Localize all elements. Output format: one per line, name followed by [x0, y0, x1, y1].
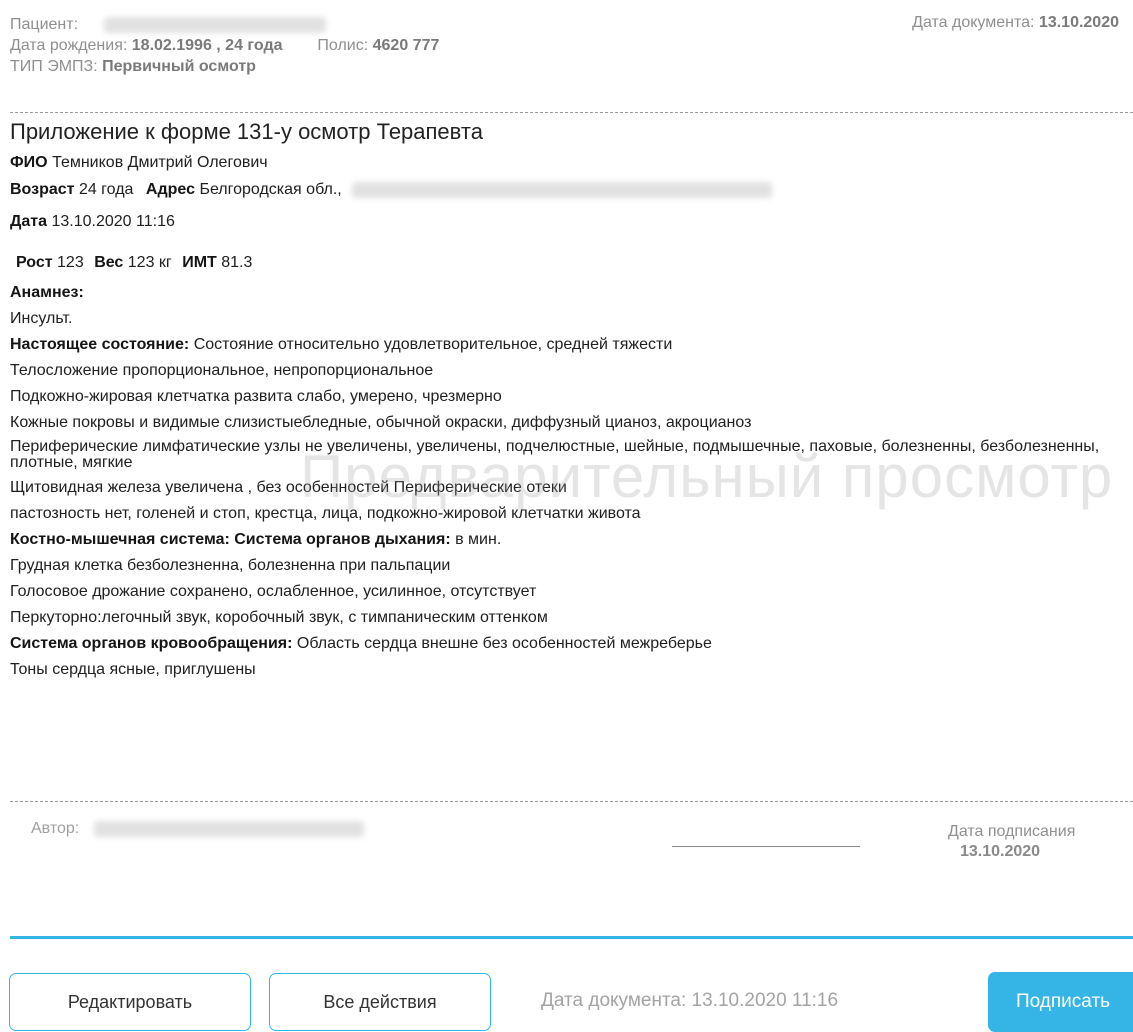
birth-label: Дата рождения:: [10, 37, 128, 54]
exam-date-label: Дата: [10, 213, 48, 230]
sign-button[interactable]: Подписать: [988, 972, 1133, 1032]
patient-label: Пациент:: [10, 16, 79, 33]
bmi-value: 81.3: [221, 254, 253, 271]
fio-value: Темников Дмитрий Олегович: [52, 154, 268, 171]
body-type-line: Телосложение пропорциональное, непропорц…: [10, 362, 434, 379]
chest-line: Грудная клетка безболезненна, болезненна…: [10, 557, 451, 574]
birth-policy-row: Дата рождения: 18.02.1996 , 24 года Поли…: [10, 35, 1133, 56]
content-divider: [10, 801, 1133, 802]
anamnesis-label: Анамнез:: [10, 284, 84, 301]
heart-tones-line: Тоны сердца ясные, приглушены: [10, 661, 256, 678]
musculoskeletal-value: в мин.: [455, 531, 502, 548]
document-preview: Приложение к форме 131-у осмотр Терапевт…: [10, 118, 1133, 683]
date-line: Дата 13.10.2020 11:16: [10, 204, 1133, 240]
document-title: Приложение к форме 131-у осмотр Терапевт…: [10, 119, 483, 144]
age-label: Возраст: [10, 181, 75, 198]
edit-button[interactable]: Редактировать: [9, 973, 251, 1031]
age-value: 24 года: [78, 181, 134, 198]
lymph-nodes-line: Периферические лимфатические узлы не уве…: [10, 438, 1100, 471]
fio-label: ФИО: [10, 154, 48, 171]
height-label: Рост: [16, 254, 53, 271]
signing-date: Дата подписания 13.10.2020: [948, 822, 1075, 862]
percussion-line: Перкуторно:легочный звук, коробочный зву…: [10, 609, 548, 626]
emp-type-value: Первичный осмотр: [102, 58, 256, 75]
fio-line: ФИО Темников Дмитрий Олегович: [10, 150, 1133, 176]
measurements-line: Рост 123 Вес 123 кг ИМТ 81.3: [10, 246, 1133, 280]
address-redacted: [352, 181, 773, 198]
exam-date-value: 13.10.2020 11:16: [51, 213, 175, 230]
address-label: Адрес: [145, 181, 195, 198]
voice-tremor-line: Голосовое дрожание сохранено, ослабленно…: [10, 583, 537, 600]
emp-type-row: ТИП ЭМПЗ: Первичный осмотр: [10, 56, 1133, 77]
musculoskeletal-line: Костно-мышечная система: Система органов…: [10, 527, 1133, 553]
policy-value: 4620 777: [372, 37, 440, 54]
header-divider: [10, 112, 1133, 113]
circulatory-line: Система органов кровообращения: Область …: [10, 631, 1133, 657]
document-date-label: Дата документа:: [912, 14, 1035, 31]
thyroid-line: Щитовидная железа увеличена , без особен…: [10, 479, 567, 496]
address-value: Белгородская обл.,: [199, 181, 342, 198]
edema-line: пастозность нет, голеней и стоп, крестца…: [10, 505, 641, 522]
patient-name-redacted: [104, 16, 327, 33]
footer-accent-line: [10, 936, 1133, 939]
author-label: Автор:: [31, 820, 80, 837]
state-value: Состояние относительно удовлетворительно…: [193, 336, 673, 353]
age-address-line: Возраст 24 года Адрес Белгородская обл.,: [10, 176, 1133, 204]
signing-date-label: Дата подписания: [948, 823, 1076, 840]
all-actions-button[interactable]: Все действия: [269, 973, 491, 1031]
state-line: Настоящее состояние: Состояние относител…: [10, 332, 1133, 358]
state-label: Настоящее состояние:: [10, 336, 190, 353]
circulatory-label: Система органов кровообращения:: [10, 635, 293, 652]
document-date-value: 13.10.2020: [1038, 14, 1119, 31]
weight-label: Вес: [94, 254, 124, 271]
height-value: 123: [57, 254, 84, 271]
anamnesis-label-line: Анамнез:: [10, 280, 1133, 306]
signing-date-value: 13.10.2020: [960, 843, 1041, 860]
musculoskeletal-label: Костно-мышечная система: Система органов…: [10, 531, 451, 548]
weight-value: 123 кг: [127, 254, 172, 271]
circulatory-value: Область сердца внешне без особенностей м…: [296, 635, 712, 652]
birth-value: 18.02.1996 , 24 года: [131, 37, 283, 54]
footer-document-date: Дата документа: 13.10.2020 11:16: [541, 990, 839, 1011]
document-date: Дата документа: 13.10.2020: [912, 14, 1119, 32]
anamnesis-value: Инсульт.: [10, 310, 73, 327]
fat-tissue-line: Подкожно-жировая клетчатка развита слабо…: [10, 388, 502, 405]
signature-line: [672, 846, 860, 847]
author-name-redacted: [93, 820, 364, 837]
policy-label: Полис:: [317, 37, 369, 54]
emp-type-label: ТИП ЭМПЗ:: [10, 58, 98, 75]
bmi-label: ИМТ: [182, 254, 217, 271]
skin-line: Кожные покровы и видимые слизистыебледны…: [10, 414, 752, 431]
author-block: Автор:: [31, 820, 364, 838]
